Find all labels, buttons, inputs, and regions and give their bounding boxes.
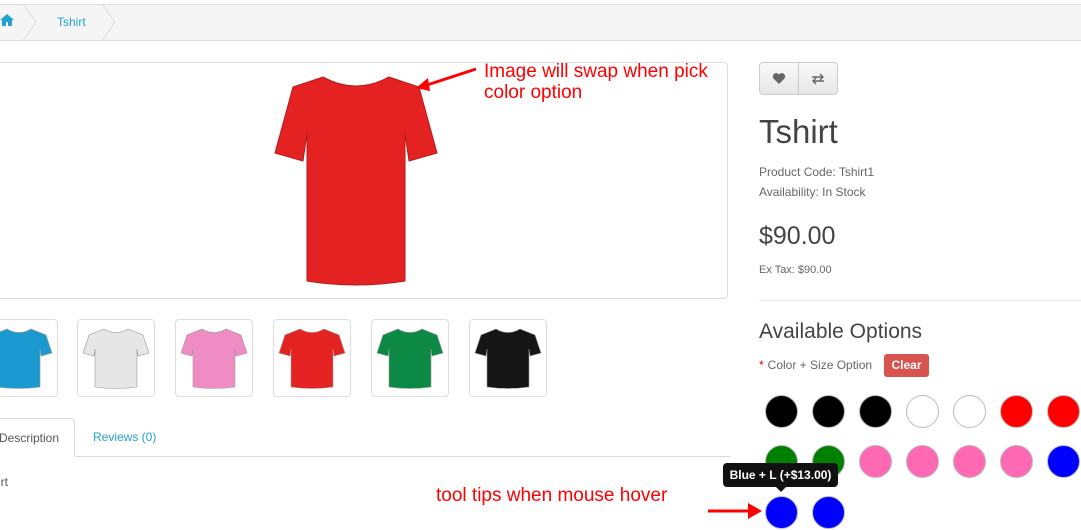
color-swatch[interactable] [859,445,892,478]
color-swatch[interactable] [1000,395,1033,428]
swatch-tooltip: Blue + L (+$13.00) [723,463,838,487]
color-swatch[interactable] [953,395,986,428]
color-swatch[interactable] [812,395,845,428]
color-swatch[interactable] [765,395,798,428]
option-label: * Color + Size Option [759,358,872,372]
tshirt-thumbnail-image [82,328,150,389]
annotation-image-swap-line2: color option [484,82,583,103]
annotation-arrow [416,67,477,91]
thumbnail[interactable] [0,319,58,397]
annotation-tooltip-note: tool tips when mouse hover [436,485,668,506]
breadcrumb-item-tshirt[interactable]: Tshirt [57,15,86,29]
tshirt-shape [278,328,346,389]
thumbnail[interactable] [175,319,253,397]
product-ex-tax: Ex Tax: $90.00 [759,264,832,276]
tab-content-text: irt [0,475,8,489]
tshirt-shape [180,328,248,389]
color-swatch[interactable] [812,496,845,529]
tshirt-thumbnail-image [474,328,542,389]
compare-button[interactable] [799,63,837,94]
tab-description[interactable]: Description [0,418,75,457]
product-title: Tshirt [759,113,838,150]
tshirt-shape [376,328,444,389]
tshirt-thumbnail-image [180,328,248,389]
exchange-icon [812,73,824,84]
color-swatch[interactable] [1047,395,1080,428]
annotation-arrow [708,503,762,519]
clear-button[interactable]: Clear [884,354,929,377]
color-swatch[interactable] [906,445,939,478]
tooltip-arrow [776,487,786,492]
breadcrumb: Tshirt [0,4,1081,41]
product-action-buttons [759,62,838,95]
tshirt-shape [0,328,53,389]
required-mark: * [759,358,764,372]
color-swatch[interactable] [1047,445,1080,478]
main-tshirt-shape [274,76,438,286]
tab-reviews[interactable]: Reviews (0) [93,418,156,457]
breadcrumb-separator [102,4,116,41]
color-swatch[interactable] [1000,445,1033,478]
color-swatch[interactable] [906,395,939,428]
color-swatch[interactable] [953,445,986,478]
options-heading: Available Options [759,320,923,343]
thumbnail[interactable] [469,319,547,397]
heart-icon [772,73,786,84]
product-availability: Availability: In Stock [759,185,866,199]
thumbnail[interactable] [77,319,155,397]
breadcrumb-separator [23,4,37,41]
tshirt-shape [82,328,150,389]
tshirt-thumbnail-image [0,328,53,389]
main-tshirt-image [274,76,438,286]
tshirt-thumbnail-image [278,328,346,389]
wishlist-button[interactable] [760,63,799,94]
divider [759,300,1081,301]
color-swatch[interactable] [859,395,892,428]
annotation-image-swap-line1: Image will swap when pick [484,61,708,82]
option-label-text: Color + Size Option [767,358,873,372]
product-code: Product Code: Tshirt1 [759,165,875,179]
main-product-image[interactable] [0,62,728,299]
color-swatch[interactable] [765,496,798,529]
home-icon[interactable] [0,13,19,31]
tshirt-thumbnail-image [376,328,444,389]
tshirt-shape [474,328,542,389]
product-price: $90.00 [759,222,836,250]
thumbnail[interactable] [371,319,449,397]
thumbnail[interactable] [273,319,351,397]
